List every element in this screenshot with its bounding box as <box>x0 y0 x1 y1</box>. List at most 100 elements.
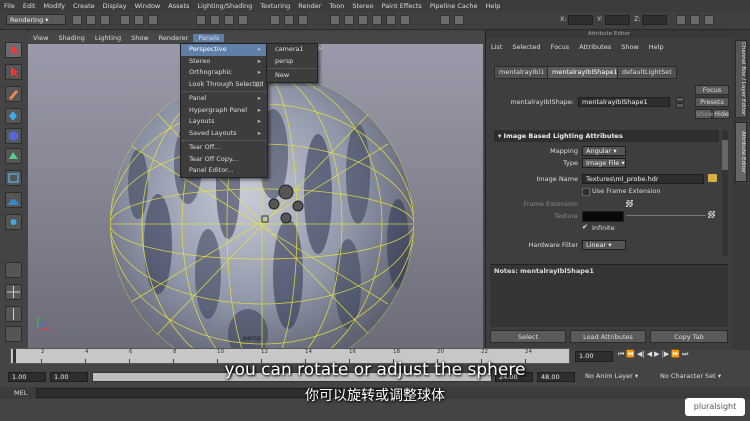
ae-menu-focus[interactable]: Focus <box>546 43 575 51</box>
panel-menu-renderer[interactable]: Renderer <box>154 34 194 42</box>
panels-item-hypergraph-panel[interactable]: Hypergraph Panel ▸ <box>181 105 267 117</box>
notes-panel[interactable]: Notes: mentalrayIblShape1 <box>490 264 728 327</box>
coord-x-field[interactable] <box>568 15 593 25</box>
option-box-icon[interactable]: □ <box>255 79 261 91</box>
menu-help[interactable]: Help <box>482 2 505 10</box>
step-back-icon[interactable]: ◀| <box>637 350 645 359</box>
menu-create[interactable]: Create <box>69 2 99 10</box>
menu-stereo[interactable]: Stereo <box>348 2 377 10</box>
load-attributes-button[interactable]: Load Attributes <box>570 330 646 343</box>
select-hierarchy-icon[interactable] <box>120 15 130 25</box>
paint-select-tool-icon[interactable] <box>5 86 22 102</box>
perspective-item-camera1[interactable]: camera1 <box>267 44 317 56</box>
step-forward-key-icon[interactable]: ⏩ <box>671 350 680 359</box>
new-scene-icon[interactable] <box>72 15 82 25</box>
layout-split-icon[interactable] <box>5 306 22 322</box>
input-ops-icon[interactable] <box>270 15 280 25</box>
play-forward-icon[interactable]: ▶ <box>654 350 659 359</box>
ae-menu-attributes[interactable]: Attributes <box>574 43 616 51</box>
ae-menu-list[interactable]: List <box>486 43 507 51</box>
panels-item-panel-editor[interactable]: Panel Editor... <box>181 165 267 177</box>
panels-item-tear-off-copy[interactable]: Tear Off Copy... <box>181 154 267 166</box>
universal-manipulator-icon[interactable] <box>5 170 22 186</box>
menu-edit[interactable]: Edit <box>19 2 40 10</box>
ae-scrollbar[interactable] <box>722 130 728 256</box>
go-to-start-icon[interactable]: ⏮ <box>618 350 624 359</box>
tab-mentalrayiblshape1[interactable]: mentalrayIblShape1 <box>547 66 623 79</box>
go-output-icon[interactable] <box>676 103 684 108</box>
render-frame-icon[interactable] <box>330 15 340 25</box>
show-button[interactable]: Show <box>695 109 714 119</box>
node-name-field[interactable]: mentalrayIblShape1 <box>578 97 670 107</box>
menu-toon[interactable]: Toon <box>325 2 348 10</box>
mode-toggle-icon[interactable] <box>454 15 464 25</box>
perspective-item-persp[interactable]: persp <box>267 56 317 68</box>
tab-channel-box-layer-editor[interactable]: Channel Box / Layer Editor <box>735 40 747 118</box>
focus-button[interactable]: Focus <box>695 85 729 95</box>
mode-selector[interactable]: Rendering ▾ <box>6 14 66 25</box>
render-sequence-icon[interactable] <box>400 15 410 25</box>
play-back-icon[interactable]: ◀ <box>647 350 652 359</box>
select-button[interactable]: Select <box>490 330 566 343</box>
mapping-dropdown[interactable]: Angular ▾ <box>582 146 626 156</box>
coord-y-field[interactable] <box>605 15 630 25</box>
render-view-icon[interactable] <box>386 15 396 25</box>
hide-button[interactable]: Hide <box>713 109 730 119</box>
menu-pipeline-cache[interactable]: Pipeline Cache <box>426 2 482 10</box>
show-manipulator-icon[interactable] <box>5 214 22 230</box>
soft-modification-icon[interactable] <box>5 192 22 208</box>
layout-four-icon[interactable] <box>5 284 22 300</box>
snap-plane-icon[interactable] <box>238 15 248 25</box>
snap-point-icon[interactable] <box>224 15 234 25</box>
menu-texturing[interactable]: Texturing <box>256 2 294 10</box>
menu-window[interactable]: Window <box>131 2 165 10</box>
snap-grid-icon[interactable] <box>196 15 206 25</box>
panels-item-stereo[interactable]: Stereo ▸ <box>181 56 267 68</box>
construction-history-icon[interactable] <box>298 15 308 25</box>
show-hide-tool-settings-icon[interactable] <box>690 15 700 25</box>
layout-single-icon[interactable] <box>5 262 22 278</box>
menu-lighting-shading[interactable]: Lighting/Shading <box>193 2 256 10</box>
panels-item-perspective[interactable]: Perspective ▸ <box>181 44 267 56</box>
select-object-icon[interactable] <box>134 15 144 25</box>
panels-item-layouts[interactable]: Layouts ▸ <box>181 116 267 128</box>
image-name-field[interactable]: Textures\ml_probe.hdr <box>582 174 704 184</box>
perspective-item-new[interactable]: New <box>267 70 317 82</box>
menu-display[interactable]: Display <box>99 2 131 10</box>
save-scene-icon[interactable] <box>100 15 110 25</box>
tab-defaultlightset[interactable]: defaultLightSet <box>617 66 677 79</box>
step-forward-icon[interactable]: |▶ <box>662 350 670 359</box>
rotate-tool-icon[interactable] <box>5 128 22 144</box>
select-tool-icon[interactable] <box>5 42 22 58</box>
frame-ext-map-icon[interactable] <box>626 200 633 207</box>
coord-z-field[interactable] <box>642 15 667 25</box>
folder-browse-icon[interactable] <box>708 174 717 182</box>
script-editor-icon[interactable] <box>440 15 450 25</box>
step-back-key-icon[interactable]: ⏪ <box>626 350 635 359</box>
menu-paint-effects[interactable]: Paint Effects <box>378 2 426 10</box>
hw-filter-dropdown[interactable]: Linear ▾ <box>582 240 626 250</box>
menu-render[interactable]: Render <box>294 2 325 10</box>
panels-item-panel[interactable]: Panel ▸ <box>181 93 267 105</box>
hypershade-icon[interactable] <box>372 15 382 25</box>
scale-tool-icon[interactable] <box>5 148 22 164</box>
ibl-attributes-section[interactable]: ▾ Image Based Lighting Attributes <box>494 130 719 142</box>
ae-scrollbar-thumb[interactable] <box>722 140 728 170</box>
panel-menu-lighting[interactable]: Lighting <box>90 34 126 42</box>
menu-assets[interactable]: Assets <box>164 2 193 10</box>
panels-item-saved-layouts[interactable]: Saved Layouts ▸ <box>181 128 267 140</box>
tab-attribute-editor[interactable]: Attribute Editor <box>735 122 747 182</box>
ae-menu-selected[interactable]: Selected <box>507 43 545 51</box>
tab-mentalrayibl1[interactable]: mentalrayIbl1 <box>494 66 550 79</box>
texture-map-icon[interactable] <box>708 211 715 218</box>
texture-swatch[interactable] <box>582 211 624 222</box>
render-settings-icon[interactable] <box>358 15 368 25</box>
infinite-checkbox[interactable]: ✔ <box>582 224 589 231</box>
texture-slider[interactable] <box>626 215 706 216</box>
ae-menu-show[interactable]: Show <box>616 43 644 51</box>
use-frame-ext-checkbox[interactable] <box>582 188 590 196</box>
tear-off-icon[interactable]: ✂ <box>318 45 324 53</box>
move-tool-icon[interactable] <box>5 108 22 124</box>
lasso-tool-icon[interactable] <box>5 64 22 80</box>
panels-item-look-through-selected[interactable]: Look Through Selected □ <box>181 79 267 91</box>
